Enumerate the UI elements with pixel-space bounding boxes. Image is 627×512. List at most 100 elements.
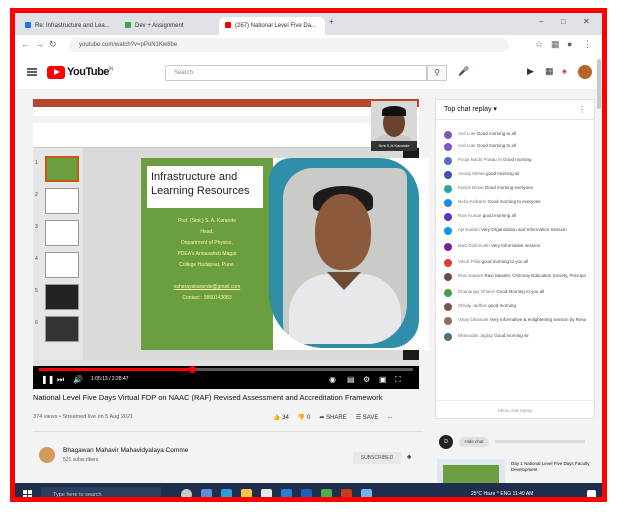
chat-message-body: Ravi Sawant, Chinmay Education Society, … <box>484 273 586 278</box>
slide-text-panel: Infrastructure and Learning Resources Pr… <box>141 158 273 350</box>
save-button[interactable]: ☰ SAVE <box>356 414 379 421</box>
create-video-icon[interactable]: ▶ <box>527 66 534 77</box>
new-tab-button[interactable]: + <box>329 17 334 26</box>
chat-author-avatar[interactable] <box>444 171 452 179</box>
apps-grid-icon[interactable]: ▦ <box>545 66 554 77</box>
word-icon[interactable] <box>301 489 312 497</box>
close-icon[interactable]: ✕ <box>583 17 590 26</box>
account-avatar[interactable] <box>578 65 592 79</box>
dislike-button[interactable]: 👎 0 <box>298 414 311 421</box>
page-scrollbar[interactable] <box>597 59 601 109</box>
chat-author-avatar[interactable] <box>444 333 452 341</box>
chat-author-avatar[interactable] <box>444 185 452 193</box>
edge-icon[interactable] <box>221 489 232 497</box>
hide-chat-button[interactable]: Hide chat <box>459 437 489 447</box>
channel-subscriber-count: 521 subscribers <box>63 457 99 463</box>
slide-thumbnail <box>45 316 79 342</box>
chat-author-avatar[interactable] <box>444 199 452 207</box>
minimize-icon[interactable]: – <box>539 17 543 26</box>
extension-icon[interactable]: ▦ <box>551 39 560 50</box>
windows-start-icon[interactable] <box>23 490 33 497</box>
slide-number: 4 <box>35 256 38 262</box>
profile-icon[interactable]: ● <box>567 39 572 49</box>
file-explorer-icon[interactable] <box>241 489 252 497</box>
miniplayer-icon[interactable]: ▣ <box>379 375 387 384</box>
more-actions-button[interactable]: ... <box>387 414 392 420</box>
chrome-icon[interactable] <box>321 489 332 497</box>
search-icon[interactable]: ⚲ <box>427 65 447 81</box>
settings-gear-icon[interactable]: ⚙ <box>363 375 370 384</box>
chat-replay-footer[interactable]: Show chat replay <box>436 400 594 421</box>
channel-avatar[interactable] <box>39 447 55 463</box>
chat-message-body: Good morning to all <box>476 131 517 136</box>
tab-favicon-icon <box>25 22 31 29</box>
autoplay-toggle[interactable]: ◉ <box>329 375 336 384</box>
youtube-logo[interactable]: YouTubeIN <box>47 65 113 79</box>
chat-author-avatar[interactable] <box>444 317 452 325</box>
chat-author-avatar[interactable] <box>444 259 452 267</box>
video-actions: 👍 34 👎 0 ➦ SHARE ☰ SAVE ... <box>273 411 392 423</box>
notification-center-icon[interactable] <box>587 490 596 497</box>
back-icon[interactable]: ← <box>21 39 30 49</box>
video-player[interactable]: 1 2 3 4 5 6 Infrastructure and Learning … <box>33 99 429 389</box>
app-icon[interactable] <box>361 489 372 497</box>
chat-author-avatar[interactable] <box>444 303 452 311</box>
youtube-wordmark: YouTubeIN <box>67 66 113 78</box>
current-slide: Infrastructure and Learning Resources Pr… <box>141 158 429 350</box>
microphone-icon[interactable]: 🎤 <box>458 66 469 77</box>
like-button[interactable]: 👍 34 <box>273 414 289 421</box>
chat-author-avatar[interactable] <box>444 143 452 151</box>
chat-author-avatar[interactable] <box>444 243 452 251</box>
next-icon[interactable]: ⏭ <box>57 375 64 385</box>
notification-bell-icon[interactable]: ♠ <box>407 452 411 461</box>
subscribe-button[interactable]: SUBSCRIBED <box>353 452 401 464</box>
chat-message-text: Anil Lute Good morning to all <box>458 143 586 149</box>
tab-favicon-icon <box>125 22 131 29</box>
chat-message-text: Shivaji Jadhav good morning <box>458 303 586 309</box>
taskbar-search-box[interactable]: Type here to search <box>41 487 161 497</box>
pause-icon[interactable]: ❚❚ <box>41 375 54 384</box>
powerpoint-icon[interactable] <box>341 489 352 497</box>
chat-author-name: Shivaji Jadhav <box>458 303 488 308</box>
chat-message-body: Good morning everyone <box>484 185 534 190</box>
notifications-bell-icon[interactable]: ♠ <box>562 66 567 76</box>
chat-header[interactable]: Top chat replay ▾ ⋮ <box>436 100 594 120</box>
chat-message: Anil Lute Good morning to all <box>444 130 584 142</box>
volume-icon[interactable]: 🔊 <box>73 375 83 384</box>
chat-author-avatar[interactable] <box>444 273 452 281</box>
url-field[interactable]: youtube.com/watch?v=pPoN1Kw8be <box>69 38 509 52</box>
chat-author-avatar[interactable] <box>444 157 452 165</box>
progress-scrubber[interactable] <box>189 366 197 373</box>
chat-message-text: Vinod Pillai good morning to you all <box>458 259 586 265</box>
task-view-icon[interactable] <box>201 489 212 497</box>
chat-author-name: Anil Lute <box>458 131 476 136</box>
browser-tab-active[interactable]: (267) National Level Five Da... <box>219 17 325 35</box>
up-next-title[interactable]: Day 1 National Level Five Days Faculty D… <box>511 461 593 473</box>
chat-author-avatar[interactable] <box>444 289 452 297</box>
menu-icon[interactable]: ⋮ <box>583 39 592 50</box>
progress-bar[interactable] <box>39 366 413 373</box>
channel-name[interactable]: Bhagawan Mahavir Mahavidyalaya Comme <box>63 447 188 454</box>
maximize-icon[interactable]: □ <box>561 17 566 26</box>
chat-author-avatar[interactable] <box>444 213 452 221</box>
user-avatar[interactable]: D <box>439 435 453 449</box>
slide-text-line: PDEA's Annasaheb Magar <box>177 251 237 257</box>
star-icon[interactable]: ☆ <box>535 39 543 50</box>
hamburger-menu-icon[interactable] <box>27 68 37 76</box>
share-button[interactable]: ➦ SHARE <box>319 414 346 421</box>
store-icon[interactable] <box>261 489 272 497</box>
chat-author-avatar[interactable] <box>444 227 452 235</box>
system-tray[interactable]: 25°C Haze ^ ENG 11:40 AM <box>471 491 533 497</box>
fullscreen-icon[interactable]: ⛶ <box>395 375 401 385</box>
chat-more-icon[interactable]: ⋮ <box>578 100 586 120</box>
forward-icon[interactable]: → <box>35 39 44 49</box>
reload-icon[interactable]: ↻ <box>49 39 57 50</box>
browser-tab[interactable]: Dev + Assignment <box>119 17 217 35</box>
search-input[interactable]: Search <box>165 65 427 81</box>
chat-author-avatar[interactable] <box>444 131 452 139</box>
chat-message-body: Very Informative & enlightening session … <box>489 317 586 322</box>
subtitles-icon[interactable]: ▤ <box>347 375 355 384</box>
browser-tab[interactable]: Re: Infrastructure and Lea... <box>19 17 117 35</box>
mail-icon[interactable] <box>281 489 292 497</box>
cortana-icon[interactable] <box>181 489 192 497</box>
